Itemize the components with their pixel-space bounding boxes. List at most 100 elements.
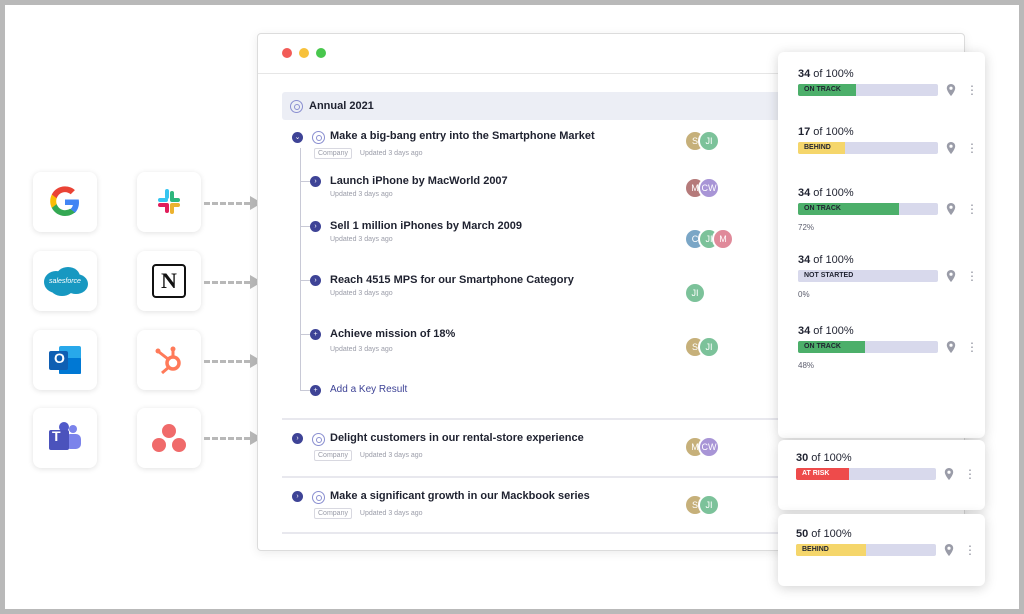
owner-avatars[interactable]: C JI M bbox=[684, 228, 734, 250]
add-circle-icon[interactable]: + bbox=[310, 385, 321, 396]
progress-item[interactable]: 50 of 100% BEHIND ⋮ bbox=[796, 528, 976, 556]
objective-meta: Company Updated 3 days ago bbox=[314, 508, 423, 519]
more-options-icon[interactable]: ⋮ bbox=[966, 270, 978, 282]
more-options-icon[interactable]: ⋮ bbox=[966, 84, 978, 96]
progress-item[interactable]: 34 of 100% ON TRACK ⋮ 72% bbox=[798, 187, 978, 232]
pin-icon[interactable] bbox=[944, 468, 954, 480]
sync-arrow bbox=[204, 431, 262, 445]
updated-text: Updated 3 days ago bbox=[330, 346, 393, 353]
key-result-title: Launch iPhone by MacWorld 2007 bbox=[330, 175, 508, 187]
teams-label: T bbox=[52, 428, 61, 444]
more-options-icon[interactable]: ⋮ bbox=[964, 544, 976, 556]
pin-icon[interactable] bbox=[946, 84, 956, 96]
maximize-window-dot[interactable] bbox=[316, 48, 326, 58]
status-badge: BEHIND bbox=[798, 142, 845, 154]
progress-value: 34 of 100% bbox=[798, 325, 854, 337]
target-icon bbox=[312, 491, 325, 504]
pin-icon[interactable] bbox=[944, 544, 954, 556]
more-options-icon[interactable]: ⋮ bbox=[966, 341, 978, 353]
objective-title: Delight customers in our rental-store ex… bbox=[330, 432, 584, 444]
outlook-icon[interactable]: O bbox=[33, 330, 97, 390]
owner-avatars[interactable]: S JI bbox=[684, 494, 720, 516]
progress-value: 30 of 100% bbox=[796, 452, 852, 464]
tree-branch bbox=[300, 226, 310, 227]
owner-tag: Company bbox=[314, 148, 352, 159]
status-badge: BEHIND bbox=[796, 544, 866, 556]
progress-bar: BEHIND bbox=[798, 142, 938, 154]
progress-item[interactable]: 34 of 100% ON TRACK ⋮ 48% bbox=[798, 325, 978, 370]
expand-chevron-icon[interactable]: › bbox=[310, 275, 321, 286]
progress-panel bbox=[778, 52, 985, 438]
progress-bar: ON TRACK bbox=[798, 341, 938, 353]
minimize-window-dot[interactable] bbox=[299, 48, 309, 58]
pin-icon[interactable] bbox=[946, 142, 956, 154]
teams-icon[interactable]: T bbox=[33, 408, 97, 468]
owner-avatars[interactable]: JI bbox=[684, 282, 706, 304]
avatar: CW bbox=[698, 177, 720, 199]
close-window-dot[interactable] bbox=[282, 48, 292, 58]
objective-title: Make a big-bang entry into the Smartphon… bbox=[330, 130, 595, 142]
asana-icon[interactable] bbox=[137, 408, 201, 468]
pin-icon[interactable] bbox=[946, 203, 956, 215]
progress-item[interactable]: 17 of 100% BEHIND ⋮ bbox=[798, 126, 978, 154]
status-badge: NOT STARTED bbox=[798, 270, 873, 282]
avatar: JI bbox=[698, 130, 720, 152]
more-options-icon[interactable]: ⋮ bbox=[966, 142, 978, 154]
avatar: JI bbox=[698, 494, 720, 516]
period-title: Annual 2021 bbox=[309, 100, 374, 112]
status-badge: ON TRACK bbox=[798, 341, 866, 353]
hubspot-icon[interactable] bbox=[137, 330, 201, 390]
salesforce-label: salesforce bbox=[49, 277, 81, 285]
status-badge: ON TRACK bbox=[798, 84, 856, 96]
progress-value: 34 of 100% bbox=[798, 68, 854, 80]
progress-percent: 48% bbox=[798, 361, 815, 370]
tree-line bbox=[300, 148, 301, 390]
objective-meta: Company Updated 3 days ago bbox=[314, 450, 423, 461]
owner-avatars[interactable]: S JI bbox=[684, 336, 720, 358]
progress-value: 34 of 100% bbox=[798, 187, 854, 199]
progress-value: 50 of 100% bbox=[796, 528, 852, 540]
owner-avatars[interactable]: M CW bbox=[684, 177, 720, 199]
expand-chevron-icon[interactable]: › bbox=[292, 491, 303, 502]
avatar: JI bbox=[684, 282, 706, 304]
objective-title: Make a significant growth in our Mackboo… bbox=[330, 490, 590, 502]
progress-value: 34 of 100% bbox=[798, 254, 854, 266]
sync-arrow bbox=[204, 275, 262, 289]
progress-bar: ON TRACK bbox=[798, 84, 938, 96]
updated-text: Updated 3 days ago bbox=[359, 510, 423, 517]
owner-tag: Company bbox=[314, 508, 352, 519]
progress-item[interactable]: 34 of 100% ON TRACK ⋮ bbox=[798, 68, 978, 96]
pin-icon[interactable] bbox=[946, 341, 956, 353]
google-icon[interactable] bbox=[33, 172, 97, 232]
progress-bar: ON TRACK bbox=[798, 203, 938, 215]
add-circle-icon[interactable]: + bbox=[310, 329, 321, 340]
expand-chevron-icon[interactable]: › bbox=[292, 433, 303, 444]
tree-branch bbox=[300, 390, 310, 391]
collapse-chevron-icon[interactable]: ⌄ bbox=[292, 132, 303, 143]
owner-avatars[interactable]: S JI bbox=[684, 130, 720, 152]
more-options-icon[interactable]: ⋮ bbox=[966, 203, 978, 215]
pin-icon[interactable] bbox=[946, 270, 956, 282]
slack-icon[interactable] bbox=[137, 172, 201, 232]
avatar: M bbox=[712, 228, 734, 250]
updated-text: Updated 3 days ago bbox=[359, 150, 423, 157]
target-icon bbox=[290, 99, 303, 113]
tree-branch bbox=[300, 280, 310, 281]
progress-item[interactable]: 34 of 100% NOT STARTED ⋮ 0% bbox=[798, 254, 978, 299]
owner-avatars[interactable]: M CW bbox=[684, 436, 720, 458]
progress-item[interactable]: 30 of 100% AT RISK ⋮ bbox=[796, 452, 976, 480]
owner-tag: Company bbox=[314, 450, 352, 461]
expand-chevron-icon[interactable]: › bbox=[310, 176, 321, 187]
updated-text: Updated 3 days ago bbox=[359, 452, 423, 459]
progress-percent: 0% bbox=[798, 290, 810, 299]
status-badge: ON TRACK bbox=[798, 203, 899, 215]
status-badge: AT RISK bbox=[796, 468, 849, 480]
notion-icon[interactable]: N bbox=[137, 251, 201, 311]
salesforce-icon[interactable]: salesforce bbox=[33, 251, 97, 311]
avatar: JI bbox=[698, 336, 720, 358]
more-options-icon[interactable]: ⋮ bbox=[964, 468, 976, 480]
expand-chevron-icon[interactable]: › bbox=[310, 221, 321, 232]
key-result-title: Achieve mission of 18% bbox=[330, 328, 456, 340]
add-key-result-link[interactable]: Add a Key Result bbox=[330, 384, 407, 395]
outlook-label: O bbox=[54, 350, 65, 366]
